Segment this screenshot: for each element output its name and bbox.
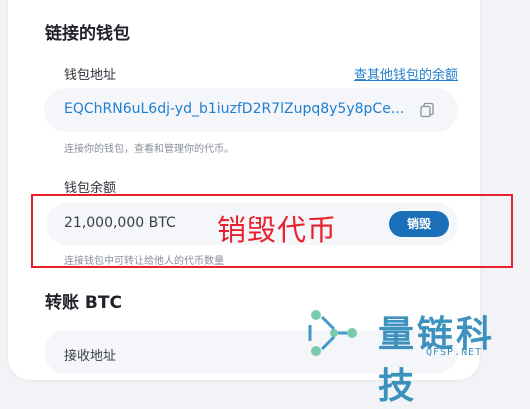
linked-wallet-title: 链接的钱包 xyxy=(45,24,130,44)
copy-icon[interactable] xyxy=(419,102,435,118)
wallet-address-field: EQChRN6uL6dj-yd_b1iuzfD2R7lZupq8y5y8pCe.… xyxy=(44,88,458,132)
receive-address-label: 接收地址 xyxy=(64,349,117,364)
check-other-wallet-link[interactable]: 查其他钱包的余额 xyxy=(354,64,458,83)
wallet-address-hint: 连接你的钱包，查看和管理你的代币。 xyxy=(64,144,234,155)
transfer-title: 转账 BTC xyxy=(45,293,122,313)
annotation-burn-token: 销毁代币 xyxy=(217,213,338,247)
wallet-address-value: EQChRN6uL6dj-yd_b1iuzfD2R7lZupq8y5y8pCe.… xyxy=(64,101,405,117)
watermark: 量链科技 QFSP.NET xyxy=(306,303,530,407)
watermark-domain: QFSP.NET xyxy=(426,347,483,358)
wallet-address-label: 钱包地址 xyxy=(64,68,117,83)
watermark-logo-icon xyxy=(308,310,357,356)
